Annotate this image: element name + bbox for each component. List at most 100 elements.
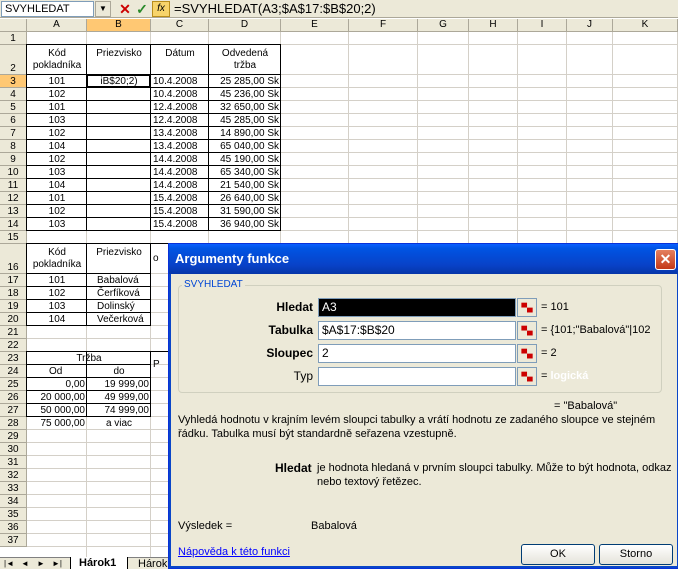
table-header-cell[interactable]: Priezvisko: [87, 244, 151, 274]
confirm-edit-button[interactable]: ✓: [134, 0, 150, 18]
column-header[interactable]: C: [151, 19, 209, 32]
row-header[interactable]: 15: [0, 231, 27, 244]
first-sheet-icon[interactable]: |◄: [4, 559, 14, 568]
table-header-cell[interactable]: P: [151, 358, 168, 371]
row-header[interactable]: 3: [0, 75, 27, 88]
cell-border: [26, 273, 151, 274]
collapse-dialog-icon[interactable]: ▀▄: [517, 344, 537, 363]
name-box-dropdown-icon[interactable]: ▼: [95, 1, 111, 17]
row-header[interactable]: 29: [0, 430, 27, 443]
column-header[interactable]: I: [518, 19, 567, 32]
cell-border: [26, 87, 281, 88]
row-header[interactable]: 28: [0, 417, 27, 430]
row-header[interactable]: 25: [0, 378, 27, 391]
row-header[interactable]: 18: [0, 287, 27, 300]
row-header[interactable]: 1: [0, 32, 27, 45]
cell-border: [26, 351, 27, 417]
cancel-button[interactable]: Storno: [599, 544, 673, 565]
row-header[interactable]: 13: [0, 205, 27, 218]
column-header[interactable]: F: [349, 19, 418, 32]
row-header[interactable]: 7: [0, 127, 27, 140]
collapse-dialog-icon[interactable]: ▀▄: [517, 367, 537, 386]
cell-border: [26, 390, 151, 391]
row-header[interactable]: 8: [0, 140, 27, 153]
name-box[interactable]: SVYHLEDAT: [1, 1, 94, 17]
cell-border: [26, 299, 151, 300]
last-sheet-icon[interactable]: ►|: [52, 559, 62, 568]
row-header[interactable]: 22: [0, 339, 27, 352]
arg-result-prefix: =: [541, 370, 548, 382]
row-header[interactable]: 20: [0, 313, 27, 326]
column-header[interactable]: G: [418, 19, 469, 32]
column-header[interactable]: J: [567, 19, 613, 32]
arg-input-hledat[interactable]: A3: [318, 298, 516, 317]
table-header-cell[interactable]: Dátum: [151, 45, 209, 75]
next-sheet-icon[interactable]: ►: [36, 559, 46, 568]
row-header[interactable]: 2: [0, 45, 27, 75]
row-header[interactable]: 11: [0, 179, 27, 192]
help-link[interactable]: Nápověda k této funkci: [178, 546, 290, 558]
close-icon[interactable]: ✕: [655, 249, 676, 270]
row-header[interactable]: 27: [0, 404, 27, 417]
cell-border: [26, 126, 281, 127]
arg-input-tabulka[interactable]: $A$17:$B$20: [318, 321, 516, 340]
row-header[interactable]: 10: [0, 166, 27, 179]
row-header[interactable]: 17: [0, 274, 27, 287]
row-header[interactable]: 16: [0, 244, 27, 274]
row-header[interactable]: 23: [0, 352, 27, 365]
arg-label-hledat: Hledat: [276, 300, 313, 314]
row-header[interactable]: 37: [0, 534, 27, 547]
cancel-edit-button[interactable]: ✕: [117, 0, 133, 18]
sheet-tab-harok1[interactable]: Hárok1: [70, 557, 128, 569]
column-header[interactable]: B: [87, 19, 151, 32]
row-header[interactable]: 6: [0, 114, 27, 127]
row-header[interactable]: 33: [0, 482, 27, 495]
column-header[interactable]: H: [469, 19, 518, 32]
row-header[interactable]: 9: [0, 153, 27, 166]
arg-label-sloupec: Sloupec: [266, 346, 313, 360]
cell-border: [26, 191, 281, 192]
table-header-cell[interactable]: Kód pokladníka: [27, 45, 87, 75]
table-header-cell[interactable]: Odvedená tržba: [209, 45, 281, 75]
arg-input-sloupec[interactable]: 2: [318, 344, 516, 363]
row-header[interactable]: 24: [0, 365, 27, 378]
table-header-cell[interactable]: Kód pokladníka: [27, 244, 87, 274]
row-header[interactable]: 31: [0, 456, 27, 469]
cell-border: [26, 230, 281, 231]
column-header[interactable]: D: [209, 19, 281, 32]
result-value: Babalová: [311, 520, 357, 532]
arg-input-typ[interactable]: [318, 367, 516, 386]
row-header[interactable]: 12: [0, 192, 27, 205]
row-header[interactable]: 5: [0, 101, 27, 114]
row-header[interactable]: 14: [0, 218, 27, 231]
prev-sheet-icon[interactable]: ◄: [20, 559, 30, 568]
table-header-cell[interactable]: o: [151, 244, 168, 274]
table-header-cell[interactable]: Priezvisko: [87, 45, 151, 75]
row-header[interactable]: 4: [0, 88, 27, 101]
cell-border: [26, 325, 151, 326]
collapse-dialog-icon[interactable]: ▀▄: [517, 298, 537, 317]
insert-function-button[interactable]: fx: [152, 1, 170, 17]
column-header[interactable]: K: [613, 19, 678, 32]
column-header[interactable]: E: [281, 19, 349, 32]
row-header[interactable]: 21: [0, 326, 27, 339]
dialog-title[interactable]: Argumenty funkce: [169, 244, 678, 274]
row-header[interactable]: 26: [0, 391, 27, 404]
row-header[interactable]: 34: [0, 495, 27, 508]
select-all-corner[interactable]: [0, 19, 27, 32]
cell-border: [86, 44, 87, 231]
ok-button[interactable]: OK: [521, 544, 595, 565]
row-header[interactable]: 32: [0, 469, 27, 482]
row-header[interactable]: 36: [0, 521, 27, 534]
cell-border: [26, 152, 281, 153]
row-header[interactable]: 30: [0, 443, 27, 456]
table-cell[interactable]: 75 000,00: [27, 417, 87, 430]
collapse-dialog-icon[interactable]: ▀▄: [517, 321, 537, 340]
formula-input[interactable]: =SVYHLEDAT(A3;$A$17:$B$20;2): [174, 0, 376, 18]
cell-border: [26, 165, 281, 166]
row-header[interactable]: 35: [0, 508, 27, 521]
column-header[interactable]: A: [27, 19, 87, 32]
table-cell[interactable]: a viac: [87, 417, 151, 430]
arg-description-name: Hledat: [275, 461, 312, 475]
row-header[interactable]: 19: [0, 300, 27, 313]
